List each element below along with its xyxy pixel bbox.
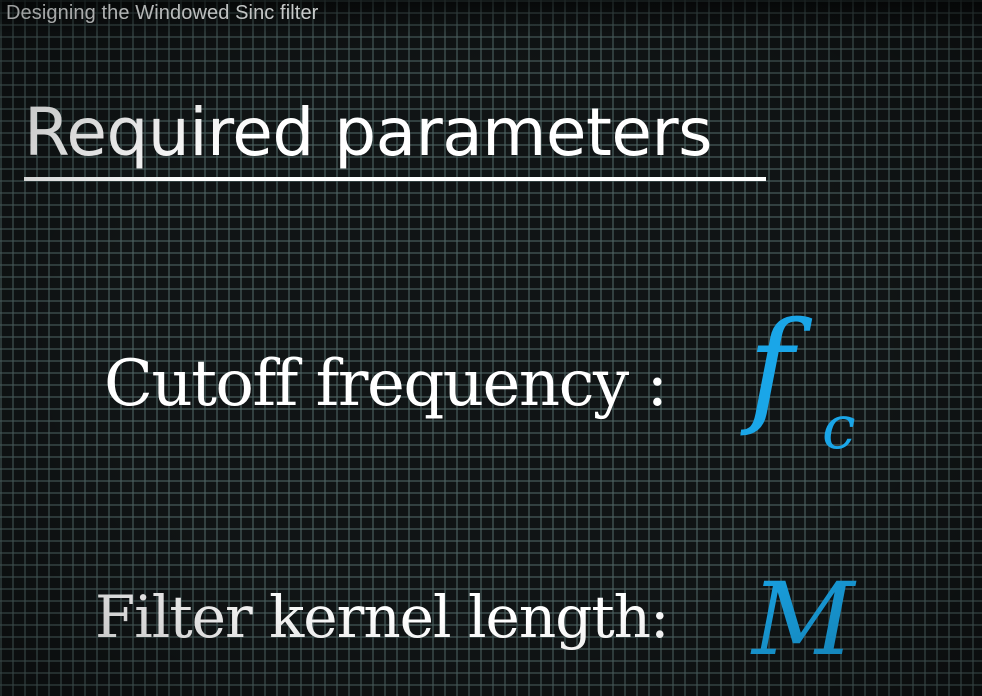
video-title-bar: Designing the Windowed Sinc filter bbox=[0, 0, 982, 34]
video-frame[interactable]: Designing the Windowed Sinc filter Requi… bbox=[0, 0, 982, 696]
slide-heading: Required parameters bbox=[24, 94, 713, 171]
cutoff-frequency-label: Cutoff frequency : bbox=[104, 347, 668, 421]
filter-kernel-length-symbol: M bbox=[752, 561, 855, 678]
cutoff-frequency-subscript: c bbox=[822, 393, 856, 463]
cutoff-frequency-symbol: f bbox=[748, 296, 794, 440]
video-title[interactable]: Designing the Windowed Sinc filter bbox=[6, 2, 318, 25]
heading-underline bbox=[24, 177, 766, 181]
filter-kernel-length-label: Filter kernel length: bbox=[95, 583, 670, 651]
